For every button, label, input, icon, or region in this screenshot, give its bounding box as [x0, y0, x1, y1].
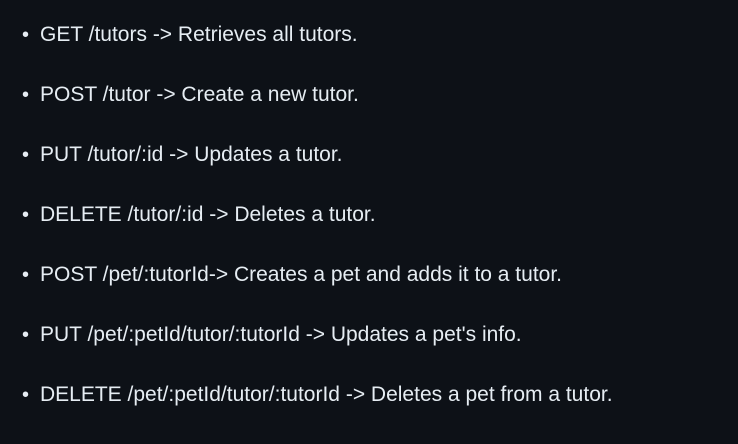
bullet-icon: • — [22, 264, 30, 286]
list-item: • POST /pet/:tutorId-> Creates a pet and… — [22, 259, 613, 319]
bullet-icon: • — [22, 84, 30, 106]
route-text: DELETE /pet/:petId/tutor/:tutorId -> Del… — [40, 383, 613, 406]
bullet-icon: • — [22, 204, 30, 226]
route-text: PUT /tutor/:id -> Updates a tutor. — [40, 143, 343, 166]
route-text: POST /pet/:tutorId-> Creates a pet and a… — [40, 263, 562, 286]
bullet-icon: • — [22, 144, 30, 166]
route-list: • GET /tutors -> Retrieves all tutors. •… — [22, 19, 613, 439]
bullet-icon: • — [22, 324, 30, 346]
list-item: • DELETE /pet/:petId/tutor/:tutorId -> D… — [22, 379, 613, 439]
route-text: PUT /pet/:petId/tutor/:tutorId -> Update… — [40, 323, 522, 346]
route-text: DELETE /tutor/:id -> Deletes a tutor. — [40, 203, 376, 226]
list-item: • PUT /tutor/:id -> Updates a tutor. — [22, 139, 613, 199]
route-text: GET /tutors -> Retrieves all tutors. — [40, 23, 358, 46]
list-item: • GET /tutors -> Retrieves all tutors. — [22, 19, 613, 79]
list-item: • PUT /pet/:petId/tutor/:tutorId -> Upda… — [22, 319, 613, 379]
api-routes-page: • GET /tutors -> Retrieves all tutors. •… — [0, 0, 738, 444]
list-item: • POST /tutor -> Create a new tutor. — [22, 79, 613, 139]
bullet-icon: • — [22, 384, 30, 406]
bullet-icon: • — [22, 24, 30, 46]
list-item: • DELETE /tutor/:id -> Deletes a tutor. — [22, 199, 613, 259]
route-text: POST /tutor -> Create a new tutor. — [40, 83, 359, 106]
